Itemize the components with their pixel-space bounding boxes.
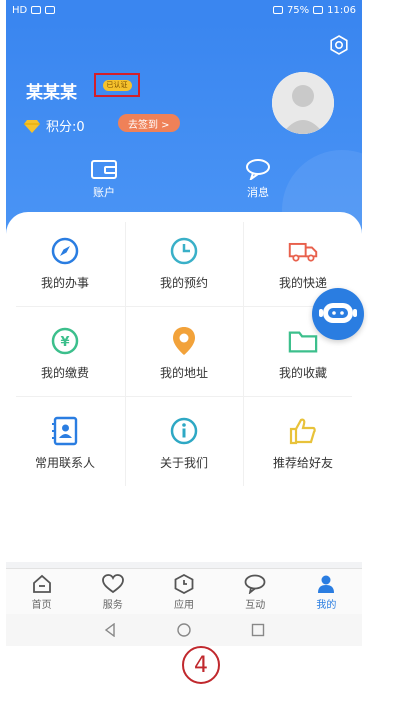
compass-icon [50,236,80,266]
quick-action-account-label: 账户 [93,186,115,199]
step-marker: 4 [182,646,220,684]
grid-item-my-address[interactable]: 我的地址 [125,310,243,396]
grid-item-label: 我的缴费 [40,365,89,380]
tab-home[interactable]: 首页 [6,569,77,615]
battery-percent: 75% [286,4,310,16]
wifi-icon [45,6,56,14]
tab-label: 互动 [245,599,266,611]
alarm-icon [272,6,283,14]
person-icon [318,575,335,593]
tab-label: 首页 [31,599,52,611]
contact-icon [50,416,80,446]
robot-icon [319,303,357,323]
signal-icon [31,6,42,14]
gear-icon[interactable] [328,34,350,56]
tab-apps[interactable]: 应用 [148,569,219,615]
info-icon [169,416,199,446]
grid-item-my-affairs[interactable]: 我的办事 [6,220,124,306]
profile-header: 某某某 已认证 积分:0 去签到 > 账户 消息 [6,20,362,270]
services-card: 我的办事 我的预约 我的快递 ¥ 我的缴费 我的地址 我的收藏 常用联系人 关于… [6,212,362,562]
bottom-tab-bar: 首页 服务 应用 互动 我的 [6,568,362,615]
grid-divider [16,306,352,307]
svg-text:¥: ¥ [60,335,69,350]
tab-mine[interactable]: 我的 [291,569,362,615]
recents-icon[interactable] [251,623,265,637]
quick-action-messages-label: 消息 [247,186,269,199]
verified-tag[interactable]: 已认证 [102,79,132,91]
grid-item-about-us[interactable]: 关于我们 [125,400,243,486]
tab-services[interactable]: 服务 [77,569,148,615]
back-icon[interactable] [103,623,117,637]
tab-label: 应用 [174,599,194,611]
grid-item-contacts[interactable]: 常用联系人 [6,400,124,486]
grid-item-label: 我的快递 [278,275,327,290]
message-icon [246,159,270,180]
status-bar: HD 75% 11:06 [6,0,362,20]
user-name: 某某某 [26,83,77,103]
status-left-text: HD [12,4,28,16]
status-time: 11:06 [327,4,356,16]
grid-item-label: 常用联系人 [34,455,95,470]
grid-item-label: 推荐给好友 [272,455,333,470]
wallet-icon [91,160,117,179]
chat-icon [244,574,266,594]
home-circle-icon[interactable] [177,623,191,637]
system-nav-bar [6,614,362,646]
app-icon [174,573,194,594]
quick-action-account[interactable]: 账户 [74,158,134,200]
heart-icon [101,573,124,593]
diamond-icon [24,119,40,133]
highlight-box: 已认证 [94,73,140,97]
grid-item-label: 我的地址 [159,365,208,380]
location-icon [169,326,199,356]
battery-icon [313,6,324,14]
tab-label: 服务 [102,599,123,611]
robot-assistant-button[interactable] [312,288,364,340]
grid-item-label: 我的办事 [40,275,89,290]
tab-label: 我的 [316,599,337,611]
grid-item-label: 我的预约 [159,275,208,290]
grid-item-recommend[interactable]: 推荐给好友 [244,400,362,486]
avatar[interactable] [272,72,334,134]
grid-item-my-appointments[interactable]: 我的预约 [125,220,243,306]
yen-icon: ¥ [50,326,80,356]
phone-screen: HD 75% 11:06 某某某 已认证 积分:0 去签到 > 账户 消息 我的… [6,0,362,646]
quick-action-messages[interactable]: 消息 [228,158,288,200]
grid-item-label: 我的收藏 [278,365,327,380]
points-label: 积分:0 [46,120,85,135]
grid-divider [16,396,352,397]
sign-in-button[interactable]: 去签到 > [118,114,180,132]
truck-icon [288,236,318,266]
points-row: 积分:0 [24,116,85,135]
tab-interaction[interactable]: 互动 [220,569,291,615]
thumbs-up-icon [288,416,318,446]
clock-icon [169,236,199,266]
grid-item-label: 关于我们 [159,455,208,470]
folder-icon [288,326,318,356]
home-icon [32,574,51,593]
grid-item-my-payments[interactable]: ¥ 我的缴费 [6,310,124,396]
